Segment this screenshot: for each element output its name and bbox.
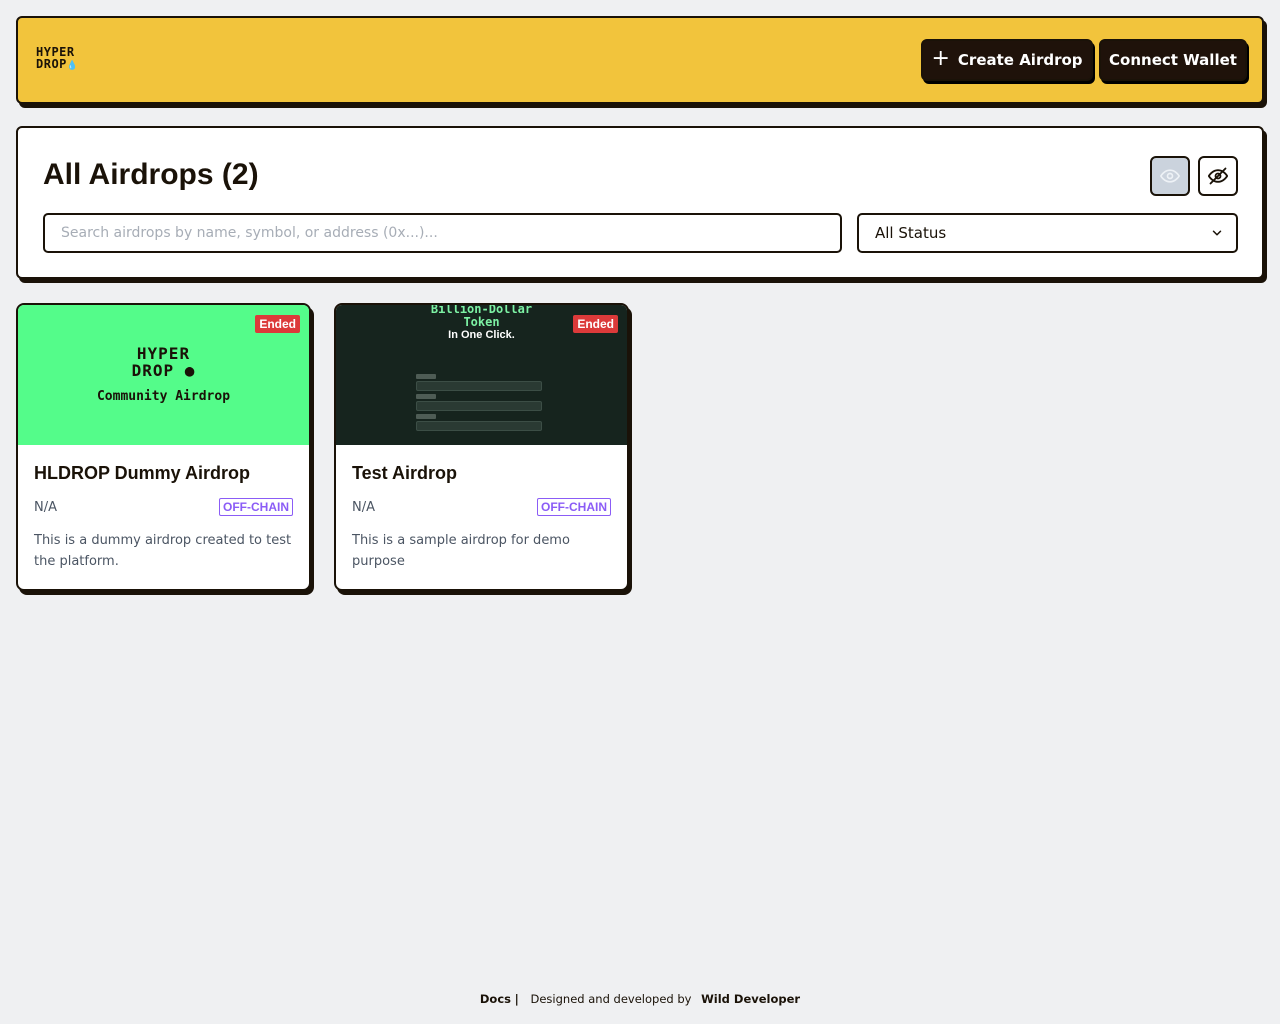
docs-link[interactable]: Docs bbox=[480, 992, 511, 1006]
airdrop-card[interactable]: HYPER DROP ● Community Airdrop Ended HLD… bbox=[16, 303, 311, 591]
page-footer: Docs | Designed and developed by Wild De… bbox=[0, 992, 1280, 1006]
droplet-icon: ● bbox=[184, 361, 196, 380]
card-image-logo-line2: DROP bbox=[131, 361, 175, 380]
preview-label bbox=[416, 414, 436, 419]
plus-icon: + bbox=[931, 46, 950, 71]
chevron-down-icon bbox=[1212, 230, 1222, 236]
page-title: All Airdrops (2) bbox=[43, 158, 259, 191]
airdrop-card-image: HYPER DROP ● Community Airdrop Ended bbox=[18, 305, 309, 445]
airdrop-card-meta: N/A OFF-CHAIN bbox=[352, 498, 611, 516]
eye-icon bbox=[1160, 169, 1180, 183]
preview-input bbox=[416, 381, 542, 391]
airdrop-card-title: Test Airdrop bbox=[352, 463, 458, 483]
airdrop-card-body: Test Airdrop N/A OFF-CHAIN This is a sam… bbox=[336, 445, 627, 572]
preview-label bbox=[416, 394, 436, 399]
status-filter-select[interactable]: All Status bbox=[857, 213, 1238, 253]
preview-input bbox=[416, 421, 542, 431]
airdrop-amount: N/A bbox=[34, 499, 57, 515]
create-airdrop-label: Create Airdrop bbox=[957, 51, 1083, 69]
preview-input bbox=[416, 401, 542, 411]
droplet-icon: 💧 bbox=[66, 61, 79, 71]
airdrop-card-description: This is a sample airdrop for demo purpos… bbox=[352, 533, 570, 569]
status-badge: Ended bbox=[573, 315, 618, 333]
airdrop-card-title: HLDROP Dummy Airdrop bbox=[34, 463, 251, 483]
status-badge: Ended bbox=[255, 315, 300, 333]
hide-toggle[interactable] bbox=[1198, 156, 1238, 196]
card-image-logo: HYPER DROP ● bbox=[18, 345, 309, 379]
card-image-logo-line1: HYPER bbox=[136, 344, 191, 363]
airdrop-card[interactable]: Billion-Dollar Token In One Click. Ended… bbox=[334, 303, 629, 591]
footer-separator: | bbox=[514, 992, 519, 1006]
top-header: HYPER DROP💧 + Create Airdrop Connect Wal… bbox=[16, 16, 1264, 104]
connect-wallet-label: Connect Wallet bbox=[1109, 51, 1237, 69]
chain-type-tag: OFF-CHAIN bbox=[219, 498, 293, 516]
hyperdrop-logo[interactable]: HYPER DROP💧 bbox=[36, 46, 79, 72]
footer-credit-text: Designed and developed by bbox=[530, 992, 692, 1006]
airdrops-panel: All Airdrops (2) All Status bbox=[16, 126, 1264, 279]
show-hidden-toggle[interactable] bbox=[1150, 156, 1190, 196]
connect-wallet-button[interactable]: Connect Wallet bbox=[1099, 39, 1247, 81]
card-image-form-preview bbox=[416, 371, 542, 431]
preview-label bbox=[416, 374, 436, 379]
chain-type-tag: OFF-CHAIN bbox=[537, 498, 611, 516]
status-filter-value: All Status bbox=[875, 224, 947, 242]
logo-line2: DROP bbox=[36, 57, 67, 71]
airdrop-card-meta: N/A OFF-CHAIN bbox=[34, 498, 293, 516]
airdrop-card-image: Billion-Dollar Token In One Click. Ended bbox=[336, 305, 627, 445]
airdrop-amount: N/A bbox=[352, 499, 375, 515]
search-input[interactable] bbox=[43, 213, 842, 253]
card-image-subtitle: Community Airdrop bbox=[96, 389, 231, 404]
create-airdrop-button[interactable]: + Create Airdrop bbox=[921, 39, 1093, 81]
developer-link[interactable]: Wild Developer bbox=[701, 992, 800, 1006]
airdrop-card-body: HLDROP Dummy Airdrop N/A OFF-CHAIN This … bbox=[18, 445, 309, 572]
airdrop-card-description: This is a dummy airdrop created to test … bbox=[34, 533, 292, 569]
eye-off-icon bbox=[1208, 167, 1228, 185]
